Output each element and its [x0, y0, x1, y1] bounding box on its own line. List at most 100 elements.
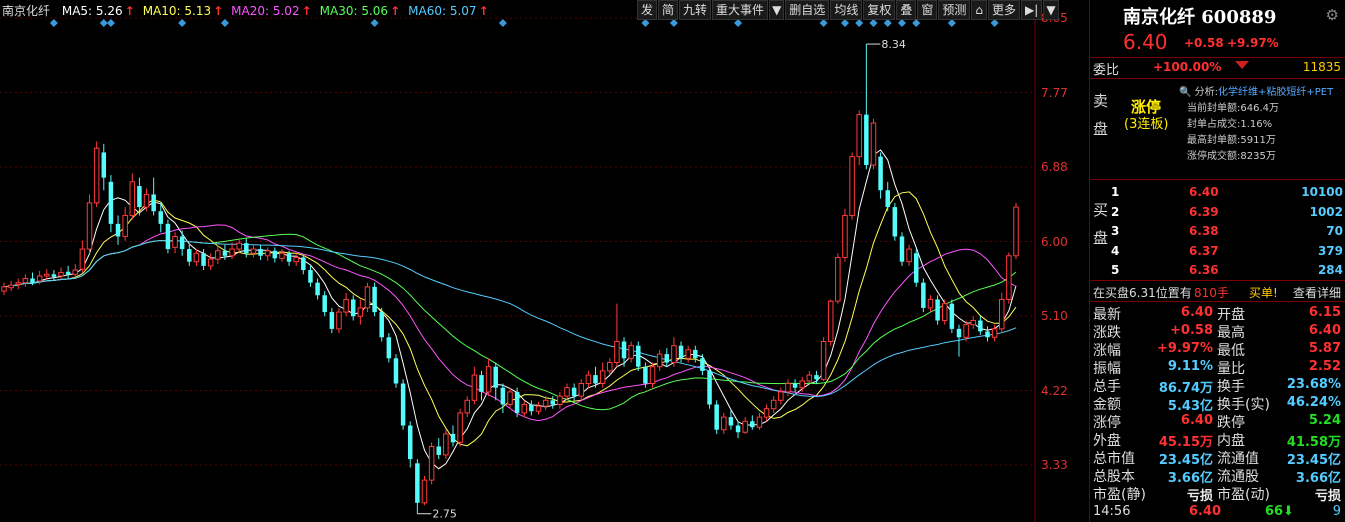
- candle: [436, 438, 441, 460]
- buy-level-index: 5: [1111, 263, 1120, 277]
- candle: [628, 341, 634, 363]
- toolbar-button[interactable]: 复权: [863, 0, 896, 20]
- candle: [450, 425, 456, 447]
- candle: [172, 232, 178, 254]
- quote-label: 振幅: [1093, 361, 1121, 377]
- event-diamond-icon[interactable]: [106, 19, 115, 27]
- candle: [15, 278, 22, 290]
- toolbar-button[interactable]: ▶|: [1021, 0, 1043, 20]
- candle: [1013, 202, 1019, 260]
- candle: [357, 299, 364, 325]
- candle: [864, 44, 869, 170]
- info-line: 最高封单额:5911万: [1187, 135, 1276, 146]
- quote-label: 总股本: [1093, 469, 1135, 485]
- toolbar-button[interactable]: ⌂: [971, 0, 988, 20]
- toolbar-button[interactable]: 九转: [679, 0, 712, 20]
- quote-row: 外盘 45.15万 内盘 41.58万: [1091, 430, 1345, 450]
- quote-label: 最高: [1217, 325, 1245, 341]
- y-tick-label: 6.00: [1041, 234, 1068, 249]
- view-detail-link[interactable]: 查看详细: [1293, 284, 1341, 301]
- event-diamond-icon[interactable]: [178, 19, 187, 27]
- candle: [998, 292, 1005, 334]
- toolbar-button[interactable]: ▼: [1043, 0, 1059, 20]
- event-diamond-icon[interactable]: [669, 19, 678, 27]
- toolbar-button[interactable]: 删自选: [785, 0, 830, 20]
- candle: [415, 459, 420, 514]
- candle: [835, 253, 841, 304]
- candle: [421, 475, 428, 506]
- toolbar-button[interactable]: 发: [637, 0, 658, 20]
- sell-label: 卖 盘: [1093, 87, 1109, 143]
- quote-value: 5.87: [1308, 341, 1341, 356]
- buy-level-volume: 284: [1317, 263, 1343, 277]
- quote-label: 总市值: [1093, 451, 1135, 467]
- candle: [322, 291, 327, 317]
- weibi-label: 委比: [1093, 63, 1120, 78]
- y-tick-label: 7.77: [1041, 85, 1068, 100]
- event-diamond-icon[interactable]: [49, 19, 58, 27]
- kline-chart[interactable]: 8.34 2.75: [0, 0, 1090, 522]
- candle: [935, 295, 940, 325]
- event-diamond-icon[interactable]: [912, 19, 921, 27]
- toolbar-button[interactable]: 均线: [830, 0, 863, 20]
- toolbar-button[interactable]: 窗: [917, 0, 938, 20]
- candle: [187, 244, 192, 266]
- candle: [685, 345, 691, 363]
- candle: [8, 280, 14, 292]
- toolbar-button[interactable]: 简: [658, 0, 679, 20]
- candle: [51, 270, 57, 281]
- candle: [714, 400, 719, 434]
- candle: [301, 254, 306, 275]
- quote-value: 6.40: [1180, 413, 1213, 428]
- analysis-row[interactable]: 🔍 分析:化学纤维+粘胶短纤+PET: [1179, 83, 1333, 98]
- event-diamond-icon[interactable]: [869, 19, 878, 27]
- candle: [978, 316, 983, 335]
- candle: [493, 362, 498, 401]
- event-diamond-icon[interactable]: [641, 19, 650, 27]
- candle: [122, 207, 128, 241]
- quote-row: 涨停 6.40 跌停 5.24: [1091, 412, 1345, 431]
- toolbar-button[interactable]: 叠: [896, 0, 917, 20]
- quote-value: 6.40: [1180, 305, 1213, 320]
- event-diamond-icon[interactable]: [883, 19, 892, 27]
- toolbar-button[interactable]: ▼: [769, 0, 785, 20]
- quote-label: 外盘: [1093, 433, 1121, 449]
- toolbar-button[interactable]: 预测: [938, 0, 971, 20]
- event-diamond-icon[interactable]: [855, 19, 864, 27]
- price-change-pct: +9.97%: [1227, 36, 1279, 50]
- buy-level-row: 2 6.39 1002: [1111, 205, 1343, 222]
- event-diamond-icon[interactable]: [947, 19, 956, 27]
- event-diamond-icon[interactable]: [498, 19, 507, 27]
- divider: [1089, 0, 1090, 522]
- event-diamond-icon[interactable]: [840, 19, 849, 27]
- status-bar: 14:56 6.40 66 ⬇ 9: [1091, 502, 1345, 522]
- quote-value: 2.52: [1308, 359, 1341, 374]
- candle: [165, 219, 171, 254]
- quote-table: 最新 6.40 开盘 6.15 涨跌 +0.58 最高 6.40 涨幅 +9.97% 最低 5.87 振…: [1091, 302, 1345, 504]
- candle: [315, 278, 320, 300]
- event-diamond-icon[interactable]: [370, 19, 379, 27]
- toolbar-button[interactable]: 更多: [988, 0, 1021, 20]
- event-diamond-icon[interactable]: [819, 19, 828, 27]
- quote-label: 涨跌: [1093, 325, 1121, 341]
- event-diamond-icon[interactable]: [734, 19, 743, 27]
- collapse-triangle-icon[interactable]: [1235, 61, 1249, 69]
- quote-label: 总手: [1093, 379, 1121, 395]
- event-diamond-icon[interactable]: [220, 19, 229, 27]
- candle: [856, 110, 862, 166]
- kline-chart-area[interactable]: 8.34 2.75 南京化纤 MA5: 5.26 ↑ MA10: 5.13 ↑ MA20:…: [0, 0, 1090, 522]
- candle: [656, 349, 663, 371]
- buy-level-price: 6.36: [1189, 263, 1219, 277]
- quote-value: +0.58: [1170, 323, 1213, 338]
- tip-volume: 810手: [1194, 286, 1229, 300]
- candle: [842, 208, 848, 262]
- toolbar-button[interactable]: 重大事件: [712, 0, 769, 20]
- order-tip-row[interactable]: 在买盘6.31位置有 810手 买单! 查看详细: [1091, 281, 1345, 301]
- candle: [86, 194, 93, 254]
- gear-icon[interactable]: ⚙: [1326, 6, 1339, 24]
- candle: [364, 282, 371, 313]
- event-diamond-icon[interactable]: [897, 19, 906, 27]
- event-diamond-icon[interactable]: [990, 19, 999, 27]
- event-diamond-icon[interactable]: [99, 19, 108, 27]
- buy-level-price: 6.39: [1189, 204, 1219, 219]
